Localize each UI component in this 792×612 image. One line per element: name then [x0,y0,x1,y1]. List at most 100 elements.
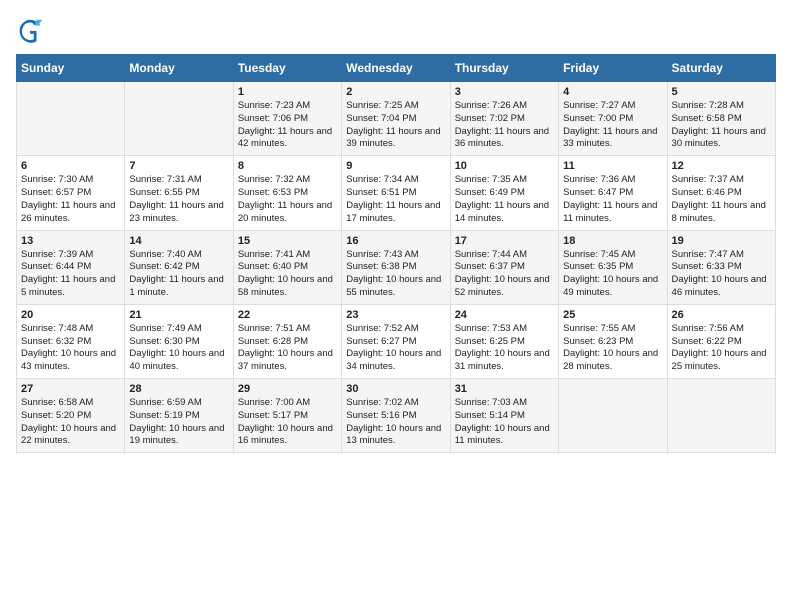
day-number: 26 [672,309,771,321]
day-cell [17,82,125,156]
day-number: 15 [238,235,337,247]
week-row-4: 20Sunrise: 7:48 AM Sunset: 6:32 PM Dayli… [17,304,776,378]
col-header-tuesday: Tuesday [233,55,341,82]
col-header-friday: Friday [559,55,667,82]
day-info: Sunrise: 7:00 AM Sunset: 5:17 PM Dayligh… [238,397,337,448]
day-number: 14 [129,235,228,247]
day-info: Sunrise: 7:02 AM Sunset: 5:16 PM Dayligh… [346,397,445,448]
day-info: Sunrise: 7:25 AM Sunset: 7:04 PM Dayligh… [346,100,445,151]
day-info: Sunrise: 7:48 AM Sunset: 6:32 PM Dayligh… [21,323,120,374]
day-number: 7 [129,160,228,172]
week-row-3: 13 Sunrise: 7:39 AM Sunset: 6:44 PM Dayli… [17,230,776,304]
logo [16,16,48,44]
day-number: 24 [455,309,554,321]
day-cell: 1 Sunrise: 7:23 AM Sunset: 7:06 PM Daylig… [233,82,341,156]
logo-icon [16,16,44,44]
day-info: Sunrise: 6:58 AM Sunset: 5:20 PM Dayligh… [21,397,120,448]
day-number: 9 [346,160,445,172]
day-cell [667,379,775,453]
day-number: 16 [346,235,445,247]
day-cell: 11 Sunrise: 7:36 AM Sunset: 6:47 PM Dayli… [559,156,667,230]
day-cell: 5 Sunrise: 7:28 AM Sunset: 6:58 PM Daylig… [667,82,775,156]
page: SundayMondayTuesdayWednesdayThursdayFrid… [0,0,792,463]
day-cell: 28Sunrise: 6:59 AM Sunset: 5:19 PM Dayli… [125,379,233,453]
day-info: Sunrise: 7:52 AM Sunset: 6:27 PM Dayligh… [346,323,445,374]
day-cell: 7 Sunrise: 7:31 AM Sunset: 6:55 PM Daylig… [125,156,233,230]
day-cell: 8Sunrise: 7:32 AM Sunset: 6:53 PM Daylig… [233,156,341,230]
day-info: Sunrise: 7:23 AM Sunset: 7:06 PM Dayligh… [238,100,337,151]
header [16,16,776,44]
day-info: Sunrise: 7:49 AM Sunset: 6:30 PM Dayligh… [129,323,228,374]
day-info: Sunrise: 7:31 AM Sunset: 6:55 PM Dayligh… [129,174,228,225]
day-number: 27 [21,383,120,395]
day-number: 4 [563,86,662,98]
day-cell: 19Sunrise: 7:47 AM Sunset: 6:33 PM Dayli… [667,230,775,304]
day-info: Sunrise: 7:35 AM Sunset: 6:49 PM Dayligh… [455,174,554,225]
day-cell [559,379,667,453]
day-cell: 30 Sunrise: 7:02 AM Sunset: 5:16 PM Dayli… [342,379,450,453]
day-cell: 6Sunrise: 7:30 AM Sunset: 6:57 PM Daylig… [17,156,125,230]
day-info: Sunrise: 7:43 AM Sunset: 6:38 PM Dayligh… [346,249,445,300]
day-cell: 24 Sunrise: 7:53 AM Sunset: 6:25 PM Dayli… [450,304,558,378]
day-cell: 17Sunrise: 7:44 AM Sunset: 6:37 PM Dayli… [450,230,558,304]
day-info: Sunrise: 7:41 AM Sunset: 6:40 PM Dayligh… [238,249,337,300]
day-info: Sunrise: 7:37 AM Sunset: 6:46 PM Dayligh… [672,174,771,225]
col-header-saturday: Saturday [667,55,775,82]
day-number: 13 [21,235,120,247]
day-number: 10 [455,160,554,172]
day-cell: 21 Sunrise: 7:49 AM Sunset: 6:30 PM Dayli… [125,304,233,378]
day-number: 21 [129,309,228,321]
day-cell: 9 Sunrise: 7:34 AM Sunset: 6:51 PM Daylig… [342,156,450,230]
day-info: Sunrise: 7:34 AM Sunset: 6:51 PM Dayligh… [346,174,445,225]
day-cell [125,82,233,156]
day-number: 28 [129,383,228,395]
day-cell: 29 Sunrise: 7:00 AM Sunset: 5:17 PM Dayli… [233,379,341,453]
day-info: Sunrise: 7:03 AM Sunset: 5:14 PM Dayligh… [455,397,554,448]
day-info: Sunrise: 7:45 AM Sunset: 6:35 PM Dayligh… [563,249,662,300]
day-info: Sunrise: 7:51 AM Sunset: 6:28 PM Dayligh… [238,323,337,374]
day-cell: 23 Sunrise: 7:52 AM Sunset: 6:27 PM Dayli… [342,304,450,378]
day-number: 31 [455,383,554,395]
day-cell: 15 Sunrise: 7:41 AM Sunset: 6:40 PM Dayli… [233,230,341,304]
day-cell: 16 Sunrise: 7:43 AM Sunset: 6:38 PM Dayli… [342,230,450,304]
day-cell: 4Sunrise: 7:27 AM Sunset: 7:00 PM Daylig… [559,82,667,156]
day-info: Sunrise: 7:39 AM Sunset: 6:44 PM Dayligh… [21,249,120,300]
day-number: 25 [563,309,662,321]
day-cell: 12 Sunrise: 7:37 AM Sunset: 6:46 PM Dayli… [667,156,775,230]
day-number: 22 [238,309,337,321]
day-info: Sunrise: 7:40 AM Sunset: 6:42 PM Dayligh… [129,249,228,300]
day-cell: 31 Sunrise: 7:03 AM Sunset: 5:14 PM Dayli… [450,379,558,453]
day-info: Sunrise: 7:30 AM Sunset: 6:57 PM Dayligh… [21,174,120,225]
day-number: 23 [346,309,445,321]
calendar-table: SundayMondayTuesdayWednesdayThursdayFrid… [16,54,776,453]
day-number: 29 [238,383,337,395]
day-cell: 14 Sunrise: 7:40 AM Sunset: 6:42 PM Dayli… [125,230,233,304]
day-info: Sunrise: 7:32 AM Sunset: 6:53 PM Dayligh… [238,174,337,225]
col-header-thursday: Thursday [450,55,558,82]
day-number: 30 [346,383,445,395]
day-number: 3 [455,86,554,98]
day-cell: 10 Sunrise: 7:35 AM Sunset: 6:49 PM Dayli… [450,156,558,230]
day-cell: 20Sunrise: 7:48 AM Sunset: 6:32 PM Dayli… [17,304,125,378]
day-cell: 22 Sunrise: 7:51 AM Sunset: 6:28 PM Dayli… [233,304,341,378]
header-row: SundayMondayTuesdayWednesdayThursdayFrid… [17,55,776,82]
week-row-5: 27 Sunrise: 6:58 AM Sunset: 5:20 PM Dayli… [17,379,776,453]
day-cell: 3Sunrise: 7:26 AM Sunset: 7:02 PM Daylig… [450,82,558,156]
day-cell: 18Sunrise: 7:45 AM Sunset: 6:35 PM Dayli… [559,230,667,304]
week-row-2: 6Sunrise: 7:30 AM Sunset: 6:57 PM Daylig… [17,156,776,230]
day-info: Sunrise: 7:53 AM Sunset: 6:25 PM Dayligh… [455,323,554,374]
day-number: 1 [238,86,337,98]
day-info: Sunrise: 7:56 AM Sunset: 6:22 PM Dayligh… [672,323,771,374]
day-number: 2 [346,86,445,98]
col-header-sunday: Sunday [17,55,125,82]
day-number: 12 [672,160,771,172]
day-number: 17 [455,235,554,247]
day-number: 11 [563,160,662,172]
col-header-wednesday: Wednesday [342,55,450,82]
week-row-1: 1 Sunrise: 7:23 AM Sunset: 7:06 PM Daylig… [17,82,776,156]
day-info: Sunrise: 7:28 AM Sunset: 6:58 PM Dayligh… [672,100,771,151]
day-number: 5 [672,86,771,98]
day-cell: 25Sunrise: 7:55 AM Sunset: 6:23 PM Dayli… [559,304,667,378]
day-number: 19 [672,235,771,247]
day-info: Sunrise: 7:36 AM Sunset: 6:47 PM Dayligh… [563,174,662,225]
